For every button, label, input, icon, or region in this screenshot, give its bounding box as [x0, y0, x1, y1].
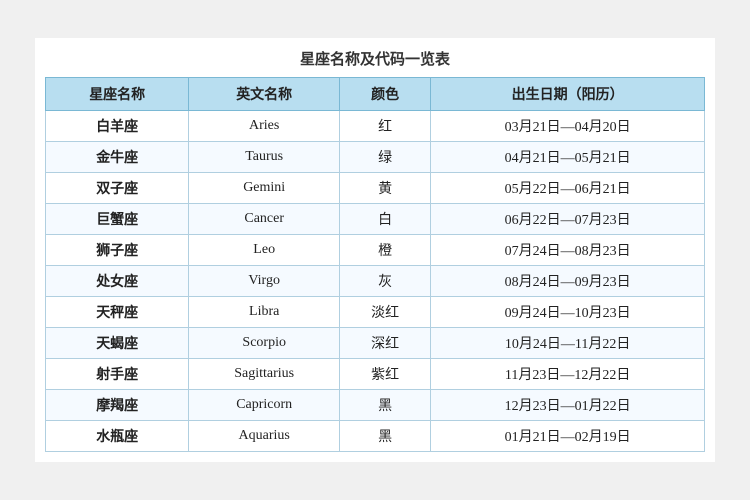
- cell-chinese-name: 天秤座: [46, 297, 189, 328]
- cell-date: 06月22日—07月23日: [431, 204, 705, 235]
- col-header-color: 颜色: [340, 78, 431, 111]
- cell-english-name: Leo: [189, 235, 340, 266]
- table-row: 金牛座Taurus绿04月21日—05月21日: [46, 142, 705, 173]
- cell-english-name: Aquarius: [189, 421, 340, 452]
- table-row: 天蝎座Scorpio深红10月24日—11月22日: [46, 328, 705, 359]
- table-row: 摩羯座Capricorn黑12月23日—01月22日: [46, 390, 705, 421]
- cell-chinese-name: 天蝎座: [46, 328, 189, 359]
- cell-english-name: Scorpio: [189, 328, 340, 359]
- cell-chinese-name: 狮子座: [46, 235, 189, 266]
- table-row: 狮子座Leo橙07月24日—08月23日: [46, 235, 705, 266]
- cell-color: 深红: [340, 328, 431, 359]
- col-header-english: 英文名称: [189, 78, 340, 111]
- cell-chinese-name: 双子座: [46, 173, 189, 204]
- page-title: 星座名称及代码一览表: [45, 48, 705, 69]
- cell-chinese-name: 摩羯座: [46, 390, 189, 421]
- cell-color: 红: [340, 111, 431, 142]
- cell-english-name: Capricorn: [189, 390, 340, 421]
- table-row: 射手座Sagittarius紫红11月23日—12月22日: [46, 359, 705, 390]
- cell-chinese-name: 巨蟹座: [46, 204, 189, 235]
- cell-color: 橙: [340, 235, 431, 266]
- table-row: 处女座Virgo灰08月24日—09月23日: [46, 266, 705, 297]
- cell-color: 黑: [340, 390, 431, 421]
- cell-date: 01月21日—02月19日: [431, 421, 705, 452]
- cell-color: 白: [340, 204, 431, 235]
- cell-date: 08月24日—09月23日: [431, 266, 705, 297]
- cell-date: 10月24日—11月22日: [431, 328, 705, 359]
- cell-chinese-name: 金牛座: [46, 142, 189, 173]
- cell-english-name: Virgo: [189, 266, 340, 297]
- cell-date: 03月21日—04月20日: [431, 111, 705, 142]
- col-header-chinese: 星座名称: [46, 78, 189, 111]
- cell-color: 淡红: [340, 297, 431, 328]
- zodiac-table: 星座名称 英文名称 颜色 出生日期（阳历） 白羊座Aries红03月21日—04…: [45, 77, 705, 452]
- cell-color: 灰: [340, 266, 431, 297]
- cell-chinese-name: 射手座: [46, 359, 189, 390]
- cell-date: 11月23日—12月22日: [431, 359, 705, 390]
- cell-date: 12月23日—01月22日: [431, 390, 705, 421]
- cell-date: 04月21日—05月21日: [431, 142, 705, 173]
- cell-color: 黑: [340, 421, 431, 452]
- cell-date: 05月22日—06月21日: [431, 173, 705, 204]
- cell-english-name: Aries: [189, 111, 340, 142]
- cell-date: 07月24日—08月23日: [431, 235, 705, 266]
- table-row: 天秤座Libra淡红09月24日—10月23日: [46, 297, 705, 328]
- col-header-date: 出生日期（阳历）: [431, 78, 705, 111]
- cell-english-name: Taurus: [189, 142, 340, 173]
- cell-english-name: Libra: [189, 297, 340, 328]
- cell-chinese-name: 白羊座: [46, 111, 189, 142]
- cell-english-name: Cancer: [189, 204, 340, 235]
- cell-chinese-name: 处女座: [46, 266, 189, 297]
- cell-color: 绿: [340, 142, 431, 173]
- table-row: 白羊座Aries红03月21日—04月20日: [46, 111, 705, 142]
- cell-english-name: Gemini: [189, 173, 340, 204]
- table-row: 巨蟹座Cancer白06月22日—07月23日: [46, 204, 705, 235]
- cell-english-name: Sagittarius: [189, 359, 340, 390]
- cell-color: 黄: [340, 173, 431, 204]
- table-header-row: 星座名称 英文名称 颜色 出生日期（阳历）: [46, 78, 705, 111]
- table-row: 水瓶座Aquarius黑01月21日—02月19日: [46, 421, 705, 452]
- cell-chinese-name: 水瓶座: [46, 421, 189, 452]
- main-container: 星座名称及代码一览表 星座名称 英文名称 颜色 出生日期（阳历） 白羊座Arie…: [35, 38, 715, 462]
- cell-color: 紫红: [340, 359, 431, 390]
- table-row: 双子座Gemini黄05月22日—06月21日: [46, 173, 705, 204]
- cell-date: 09月24日—10月23日: [431, 297, 705, 328]
